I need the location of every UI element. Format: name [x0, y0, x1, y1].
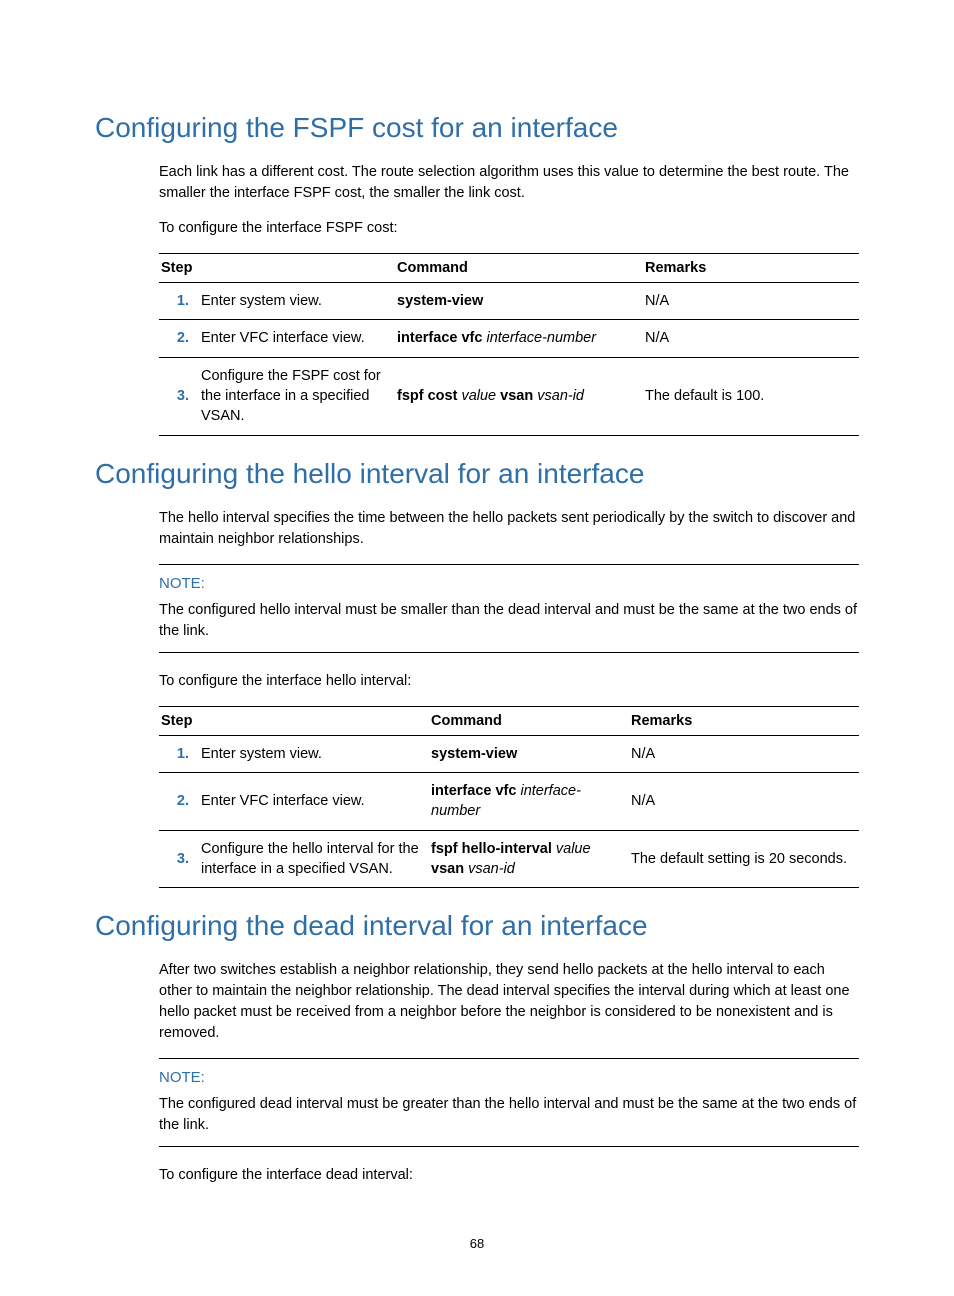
- step-desc: Configure the FSPF cost for the interfac…: [199, 357, 395, 435]
- section3-para1: After two switches establish a neighbor …: [159, 960, 859, 1044]
- table-header-row: Step Command Remarks: [159, 254, 859, 283]
- th-command: Command: [429, 706, 629, 735]
- step-command: fspf cost value vsan vsan-id: [395, 357, 643, 435]
- step-command: system-view: [429, 735, 629, 772]
- table-row: 3. Configure the FSPF cost for the inter…: [159, 357, 859, 435]
- table-row: 1. Enter system view. system-view N/A: [159, 283, 859, 320]
- step-desc: Enter system view.: [199, 283, 395, 320]
- section2-title: Configuring the hello interval for an in…: [95, 458, 859, 490]
- table-header-row: Step Command Remarks: [159, 706, 859, 735]
- section2-table: Step Command Remarks 1. Enter system vie…: [159, 706, 859, 888]
- page-number: 68: [95, 1236, 859, 1251]
- section3-title: Configuring the dead interval for an int…: [95, 910, 859, 942]
- table-row: 2. Enter VFC interface view. interface v…: [159, 772, 859, 830]
- step-desc: Enter VFC interface view.: [199, 320, 395, 357]
- step-remarks: N/A: [643, 320, 859, 357]
- page-content: Configuring the FSPF cost for an interfa…: [0, 0, 954, 1291]
- section2-body: The hello interval specifies the time be…: [159, 508, 859, 889]
- th-step: Step: [159, 254, 395, 283]
- section1-title: Configuring the FSPF cost for an interfa…: [95, 112, 859, 144]
- step-command: fspf hello-interval value vsan vsan-id: [429, 830, 629, 888]
- step-remarks: N/A: [629, 772, 859, 830]
- note-text: The configured dead interval must be gre…: [159, 1094, 859, 1136]
- note-label: NOTE:: [159, 1069, 859, 1086]
- section3-note: NOTE: The configured dead interval must …: [159, 1058, 859, 1147]
- step-remarks: The default is 100.: [643, 357, 859, 435]
- step-number: 2.: [159, 320, 199, 357]
- section1-para1: Each link has a different cost. The rout…: [159, 162, 859, 204]
- step-remarks: N/A: [629, 735, 859, 772]
- section1-table: Step Command Remarks 1. Enter system vie…: [159, 253, 859, 435]
- step-desc: Enter system view.: [199, 735, 429, 772]
- table-row: 2. Enter VFC interface view. interface v…: [159, 320, 859, 357]
- section2-para1: The hello interval specifies the time be…: [159, 508, 859, 550]
- step-number: 3.: [159, 357, 199, 435]
- section2-para2: To configure the interface hello interva…: [159, 671, 859, 692]
- section3-body: After two switches establish a neighbor …: [159, 960, 859, 1186]
- th-command: Command: [395, 254, 643, 283]
- step-desc: Configure the hello interval for the int…: [199, 830, 429, 888]
- table-row: 1. Enter system view. system-view N/A: [159, 735, 859, 772]
- step-desc: Enter VFC interface view.: [199, 772, 429, 830]
- th-remarks: Remarks: [629, 706, 859, 735]
- step-remarks: N/A: [643, 283, 859, 320]
- th-step: Step: [159, 706, 429, 735]
- step-number: 2.: [159, 772, 199, 830]
- step-number: 1.: [159, 735, 199, 772]
- section1-body: Each link has a different cost. The rout…: [159, 162, 859, 436]
- section1-para2: To configure the interface FSPF cost:: [159, 218, 859, 239]
- step-command: interface vfc interface-number: [395, 320, 643, 357]
- section3-para2: To configure the interface dead interval…: [159, 1165, 859, 1186]
- step-number: 3.: [159, 830, 199, 888]
- step-remarks: The default setting is 20 seconds.: [629, 830, 859, 888]
- note-label: NOTE:: [159, 575, 859, 592]
- table-row: 3. Configure the hello interval for the …: [159, 830, 859, 888]
- section2-note: NOTE: The configured hello interval must…: [159, 564, 859, 653]
- step-command: interface vfc interface-number: [429, 772, 629, 830]
- th-remarks: Remarks: [643, 254, 859, 283]
- step-command: system-view: [395, 283, 643, 320]
- note-text: The configured hello interval must be sm…: [159, 600, 859, 642]
- step-number: 1.: [159, 283, 199, 320]
